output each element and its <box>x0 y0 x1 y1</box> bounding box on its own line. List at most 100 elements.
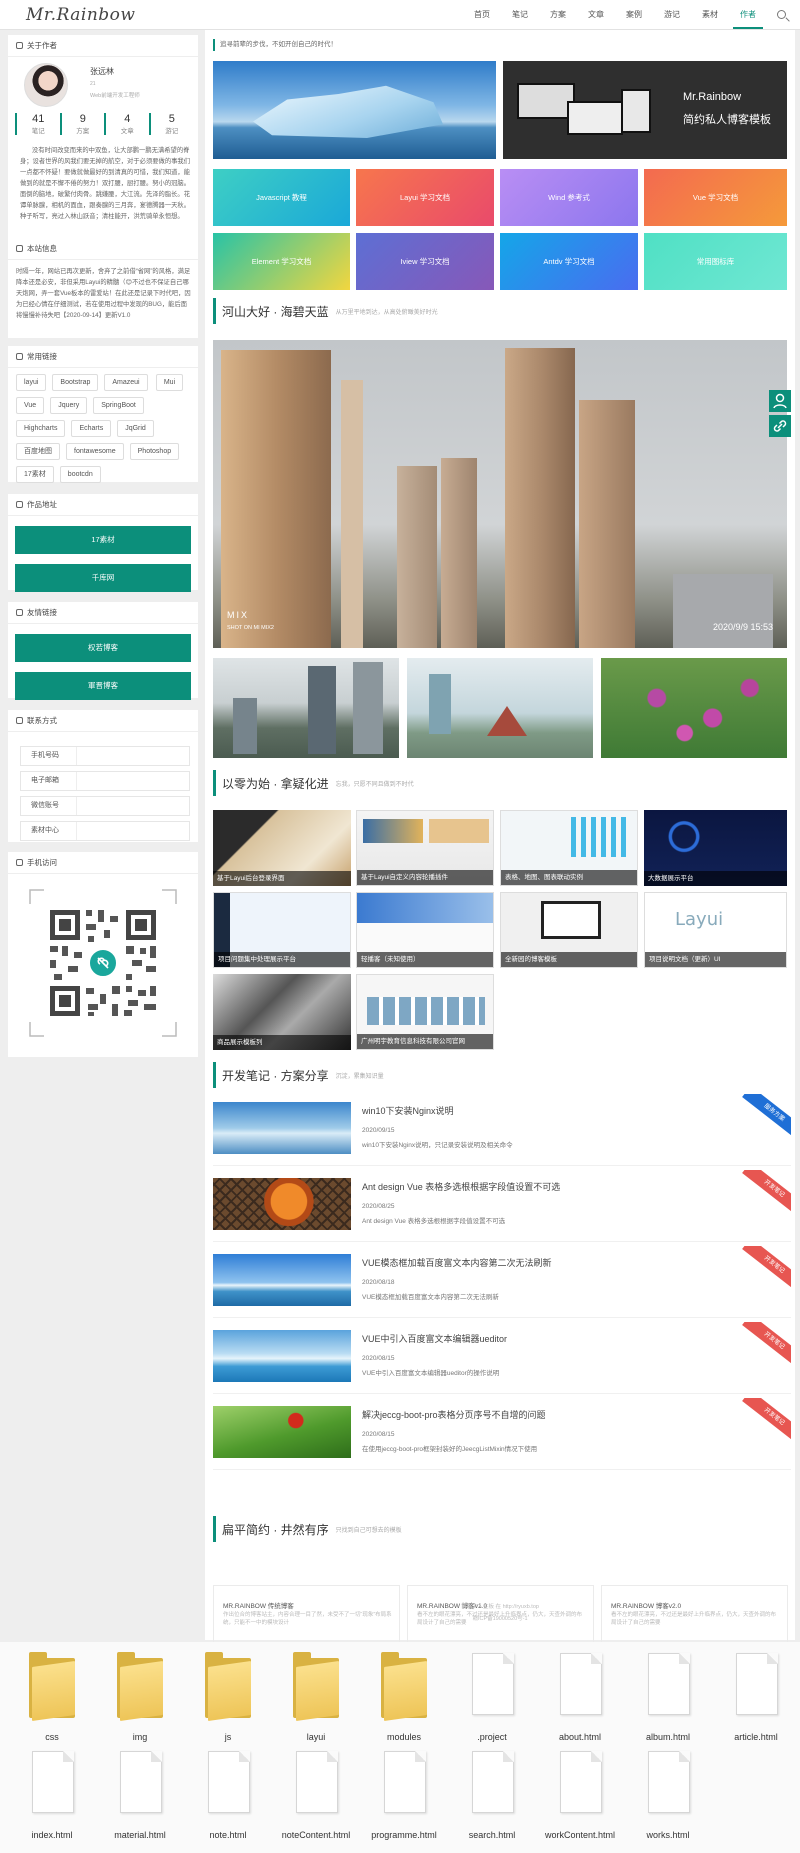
friend-link-1-button[interactable]: 权若博客 <box>15 634 191 662</box>
file-search[interactable]: search.html <box>452 1746 532 1846</box>
contact-material-center[interactable]: 素材中心 <box>20 821 190 841</box>
stat-notes[interactable]: 41 笔记 <box>15 113 60 135</box>
folder-js[interactable]: js <box>188 1648 268 1748</box>
friend-link-2-button[interactable]: 軍晋博客 <box>15 672 191 700</box>
tag-mui[interactable]: Mui <box>155 374 184 391</box>
float-author-button[interactable] <box>769 390 791 412</box>
tag-jquery[interactable]: Jquery <box>50 397 88 414</box>
file-index[interactable]: index.html <box>12 1746 92 1846</box>
tag-layui[interactable]: layui <box>16 374 47 391</box>
case-card-6[interactable]: 轻播客（未知使用） <box>356 892 494 968</box>
doc-iview[interactable]: Iview 学习文档 <box>356 233 494 290</box>
tag-photoshop[interactable]: Photoshop <box>129 443 180 460</box>
hero-iceberg-image[interactable] <box>213 61 496 159</box>
doc-vue[interactable]: Vue 学习文档 <box>644 169 787 226</box>
tag-echarts[interactable]: Echarts <box>71 420 112 437</box>
tag-baidu-map[interactable]: 百度地图 <box>16 443 60 460</box>
promo-banner[interactable]: Mr.Rainbow 简约私人博客模板 <box>503 61 787 159</box>
folder-img[interactable]: img <box>100 1648 180 1748</box>
article-item[interactable]: VUE中引入百度富文本编辑器ueditor 2020/08/15 VUE中引入百… <box>213 1322 791 1394</box>
article-item[interactable]: 解决jeccg-boot-pro表格分页序号不自增的问题 2020/08/15 … <box>213 1398 791 1470</box>
case-card-9[interactable]: 商品展示模板列 <box>213 974 351 1050</box>
file-material[interactable]: material.html <box>100 1746 180 1846</box>
file-note-content[interactable]: noteContent.html <box>276 1746 356 1846</box>
file-project[interactable]: .project <box>452 1648 532 1748</box>
article-item[interactable]: win10下安装Nginx说明 2020/09/15 win10下安装Nginx… <box>213 1094 791 1166</box>
tag-springboot[interactable]: SpringBoot <box>93 397 144 414</box>
article-thumbnail[interactable] <box>213 1102 351 1154</box>
article-thumbnail[interactable] <box>213 1254 351 1306</box>
tag-jqgrid[interactable]: JqGrid <box>117 420 154 437</box>
footer-icp: 赣ICP备19000520号-1 <box>472 1616 528 1622</box>
contact-panel: 联系方式 手机号码 电子邮箱 微信账号 素材中心 <box>8 710 198 842</box>
float-link-button[interactable] <box>769 415 791 437</box>
file-icon <box>648 1751 690 1813</box>
gallery-thumb-3[interactable] <box>601 658 787 758</box>
nav-programme[interactable]: 方案 <box>539 0 577 30</box>
case-card-1[interactable]: 基于Layui后台登录界面 <box>213 810 351 886</box>
tag-amazeui[interactable]: Amazeui <box>104 374 148 391</box>
gallery-hero-photo[interactable]: MIX SHOT ON MI MIX2 2020/9/9 15:53 <box>213 340 787 648</box>
category-ribbon: 开发笔记 <box>742 1246 791 1293</box>
file-works[interactable]: works.html <box>628 1746 708 1846</box>
tag-bootstrap[interactable]: Bootstrap <box>52 374 99 391</box>
nav-travel[interactable]: 游记 <box>653 0 691 30</box>
nav-notes[interactable]: 笔记 <box>501 0 539 30</box>
file-work-content[interactable]: workContent.html <box>540 1746 620 1846</box>
nav-cases[interactable]: 案例 <box>615 0 653 30</box>
tag-vue[interactable]: Vue <box>16 397 45 414</box>
file-album[interactable]: album.html <box>628 1648 708 1748</box>
search-icon[interactable] <box>777 10 786 19</box>
doc-icon-library[interactable]: 常用图标库 <box>644 233 787 290</box>
author-handle: 21 <box>90 81 96 87</box>
products-section-head: 扁平简约 · 井然有序 只找到自己可想去的模板 <box>213 1516 402 1542</box>
nav-home[interactable]: 首页 <box>463 0 501 30</box>
doc-antdv[interactable]: Antdv 学习文档 <box>500 233 638 290</box>
doc-layui[interactable]: Layui 学习文档 <box>356 169 494 226</box>
stat-programme[interactable]: 9 方案 <box>59 113 105 135</box>
gallery-thumb-2[interactable] <box>407 658 593 758</box>
file-about[interactable]: about.html <box>540 1648 620 1748</box>
contact-email[interactable]: 电子邮箱 <box>20 771 190 791</box>
contact-wechat[interactable]: 微信账号 <box>20 796 190 816</box>
tag-17sucai[interactable]: 17素材 <box>16 466 54 483</box>
article-thumbnail[interactable] <box>213 1406 351 1458</box>
article-thumbnail[interactable] <box>213 1330 351 1382</box>
file-note[interactable]: note.html <box>188 1746 268 1846</box>
gallery-thumb-1[interactable] <box>213 658 399 758</box>
contact-phone[interactable]: 手机号码 <box>20 746 190 766</box>
folder-icon <box>293 1652 339 1722</box>
friend-links-panel: 友情链接 权若博客 軍晋博客 <box>8 602 198 700</box>
file-programme[interactable]: programme.html <box>364 1746 444 1846</box>
article-thumbnail[interactable] <box>213 1178 351 1230</box>
stat-articles[interactable]: 4 文章 <box>104 113 149 135</box>
case-card-3[interactable]: 表格、地图、图表联动实例 <box>500 810 638 886</box>
case-card-8[interactable]: Layui 项目说明文档（更新）UI <box>644 892 787 968</box>
stat-travel[interactable]: 5 游记 <box>148 113 194 135</box>
doc-element[interactable]: Element 学习文档 <box>213 233 350 290</box>
nav-author[interactable]: 作者 <box>729 0 767 30</box>
doc-wind[interactable]: Wind 参考式 <box>500 169 638 226</box>
nav-material[interactable]: 素材 <box>691 0 729 30</box>
folder-modules[interactable]: modules <box>364 1648 444 1748</box>
case-card-5[interactable]: 项目问题集中处理展示平台 <box>213 892 351 968</box>
case-card-10[interactable]: 广州明宇教育信息科技有限公司官网 <box>356 974 494 1050</box>
promo-title: Mr.Rainbow <box>683 91 742 103</box>
article-item[interactable]: VUE模态框加载百度富文本内容第二次无法刷新 2020/08/18 VUE模态框… <box>213 1246 791 1318</box>
case-card-2[interactable]: 基于Layui自定义内容轮播插件 <box>356 810 494 886</box>
nav-article[interactable]: 文章 <box>577 0 615 30</box>
works-17sucai-button[interactable]: 17素材 <box>15 526 191 554</box>
doc-javascript[interactable]: Javascript 教程 <box>213 169 350 226</box>
case-card-7[interactable]: 全新园的博客模板 <box>500 892 638 968</box>
tag-highcharts[interactable]: Highcharts <box>16 420 66 437</box>
folder-css[interactable]: css <box>12 1648 92 1748</box>
tag-fontawesome[interactable]: fontawesome <box>66 443 124 460</box>
file-icon <box>648 1653 690 1715</box>
folder-layui[interactable]: layui <box>276 1648 356 1748</box>
works-qianku-button[interactable]: 千库网 <box>15 564 191 592</box>
case-card-4[interactable]: 大数据展示平台 <box>644 810 787 886</box>
site-logo[interactable]: Mr.Rainbow <box>26 5 135 25</box>
article-item[interactable]: Ant design Vue 表格多选根根据字段值设置不可选 2020/08/2… <box>213 1170 791 1242</box>
file-article[interactable]: article.html <box>716 1648 796 1748</box>
tag-bootcdn[interactable]: bootcdn <box>59 466 101 483</box>
